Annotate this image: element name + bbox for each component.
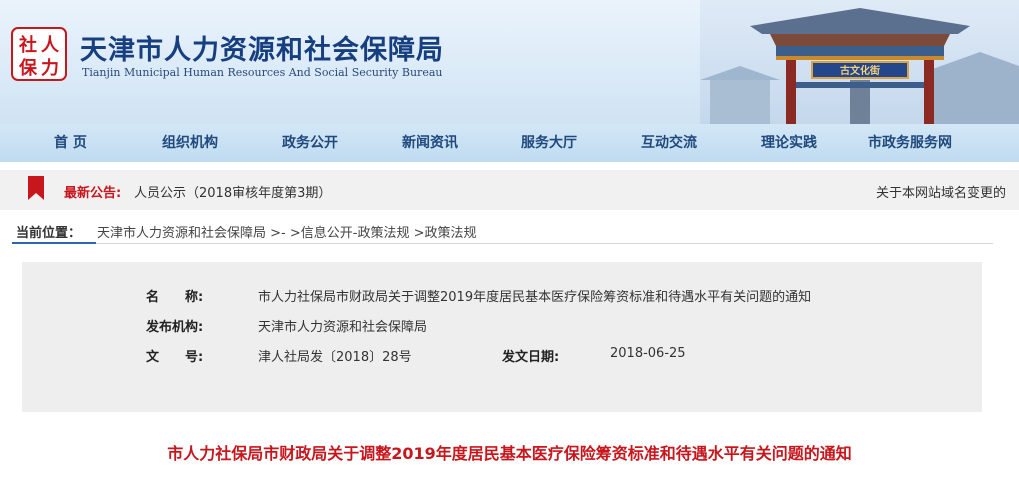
nav-item-organization[interactable]: 组织机构 bbox=[162, 124, 218, 162]
issue-date-label: 发文日期: bbox=[502, 350, 560, 365]
site-title: 天津市人力资源和社会保障局 bbox=[80, 35, 444, 66]
nav-item-interaction[interactable]: 互动交流 bbox=[641, 124, 697, 162]
nav-item-home[interactable]: 首 页 bbox=[54, 124, 87, 162]
bookmark-flag-icon bbox=[28, 176, 44, 200]
breadcrumb-link-info-disclosure[interactable]: 信息公开-政策法规 bbox=[301, 226, 410, 241]
breadcrumb-label-underline bbox=[12, 242, 96, 244]
nav-item-gov-service-network[interactable]: 市政务服务网 bbox=[868, 124, 952, 162]
svg-text:保: 保 bbox=[18, 57, 38, 79]
breadcrumb-label: 当前位置： bbox=[16, 226, 82, 241]
breadcrumb-link-policy[interactable]: 政策法规 bbox=[425, 226, 477, 241]
article-title: 市人力社保局市财政局关于调整2019年度居民基本医疗保险筹资标准和待遇水平有关问… bbox=[167, 444, 852, 463]
name-label: 名 称: bbox=[146, 290, 204, 305]
nav-item-news[interactable]: 新闻资讯 bbox=[402, 124, 458, 162]
breadcrumb-divider bbox=[96, 243, 993, 244]
svg-text:力: 力 bbox=[41, 58, 59, 79]
breadcrumb-separator: >- > bbox=[266, 226, 301, 241]
svg-text:人: 人 bbox=[41, 35, 60, 56]
breadcrumb-path: 天津市人力资源和社会保障局 >- >信息公开-政策法规 >政策法规 bbox=[97, 222, 477, 241]
site-subtitle: Tianjin Municipal Human Resources And So… bbox=[82, 66, 443, 79]
ancient-culture-street-gate-image: 古文化街 bbox=[700, 0, 1019, 124]
nav-item-government-affairs[interactable]: 政务公开 bbox=[282, 124, 338, 162]
breadcrumb-separator: > bbox=[409, 226, 425, 241]
nav-item-theory-practice[interactable]: 理论实践 bbox=[761, 124, 817, 162]
breadcrumb-link-home[interactable]: 天津市人力资源和社会保障局 bbox=[97, 226, 266, 241]
publisher-label: 发布机构: bbox=[146, 320, 204, 335]
document-info-box: 名 称: 市人力社保局市财政局关于调整2019年度居民基本医疗保险筹资标准和待遇… bbox=[22, 262, 982, 412]
site-header: 社 人 保 力 天津市人力资源和社会保障局 Tianjin Municipal … bbox=[0, 0, 1019, 124]
gate-sign-text: 古文化街 bbox=[840, 64, 880, 77]
name-value: 市人力社保局市财政局关于调整2019年度居民基本医疗保险筹资标准和待遇水平有关问… bbox=[258, 290, 812, 305]
bureau-logo[interactable]: 社 人 保 力 bbox=[10, 26, 68, 82]
issue-date-value: 2018-06-25 bbox=[610, 346, 686, 361]
publisher-value: 天津市人力资源和社会保障局 bbox=[258, 320, 428, 335]
notice-link-secondary[interactable]: 关于本网站域名变更的 bbox=[876, 182, 1006, 201]
nav-item-service-hall[interactable]: 服务大厅 bbox=[521, 124, 577, 162]
main-nav: 首 页 组织机构 政务公开 新闻资讯 服务大厅 互动交流 理论实践 市政务服务网 bbox=[0, 124, 1019, 162]
notice-link[interactable]: 人员公示（2018审核年度第3期） bbox=[134, 182, 331, 201]
breadcrumb: 当前位置： 天津市人力资源和社会保障局 >- >信息公开-政策法规 >政策法规 bbox=[0, 216, 1019, 246]
svg-text:社: 社 bbox=[19, 34, 37, 56]
notice-bar: 最新公告: 人员公示（2018审核年度第3期） 关于本网站域名变更的 bbox=[0, 170, 1019, 210]
notice-label: 最新公告: bbox=[64, 186, 122, 201]
doc-number-label: 文 号: bbox=[146, 350, 204, 365]
doc-number-value: 津人社局发〔2018〕28号 bbox=[258, 350, 412, 365]
